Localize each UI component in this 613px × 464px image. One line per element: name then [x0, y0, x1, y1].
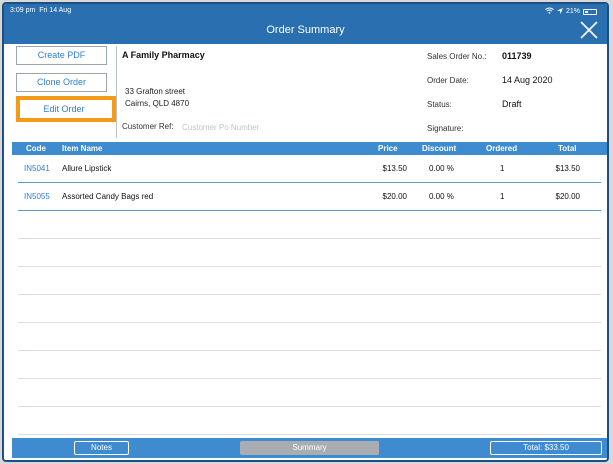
row-code[interactable]: IN5041: [24, 164, 50, 173]
row-price: $13.50: [382, 164, 407, 173]
summary-button[interactable]: Summary: [240, 441, 379, 455]
sales-order-value: 011739: [502, 51, 532, 61]
row-total: $13.50: [555, 164, 580, 173]
empty-row: [18, 379, 601, 407]
total-button[interactable]: Total: $33.50: [490, 441, 602, 455]
customer-address-line2: Cairns, QLD 4870: [125, 99, 190, 108]
signature-label: Signature:: [427, 124, 464, 133]
row-price: $20.00: [382, 192, 407, 201]
order-date-label: Order Date:: [427, 76, 469, 85]
col-item-name: Item Name: [62, 144, 103, 153]
sales-order-label: Sales Order No.:: [427, 52, 487, 61]
row-discount: 0.00 %: [429, 192, 454, 201]
empty-row: [18, 295, 601, 323]
row-code[interactable]: IN5055: [24, 192, 50, 201]
header-divider: [116, 46, 117, 138]
empty-row: [18, 239, 601, 267]
edit-order-highlight: [16, 96, 116, 122]
status-date: Fri 14 Aug: [39, 7, 72, 14]
status-label: Status:: [427, 100, 452, 109]
order-lines: IN5041 Allure Lipstick $13.50 0.00 % 1 $…: [18, 155, 601, 435]
empty-row: [18, 323, 601, 351]
status-bar: 3:09 pm Fri 14 Aug 21%: [4, 4, 607, 18]
row-discount: 0.00 %: [429, 164, 454, 173]
col-code: Code: [26, 144, 46, 153]
customer-address-line1: 33 Grafton street: [125, 87, 186, 96]
empty-row: [18, 267, 601, 295]
status-time: 3:09 pm: [10, 7, 36, 14]
customer-ref-input[interactable]: [182, 120, 312, 134]
table-row[interactable]: IN5055 Assorted Candy Bags red $20.00 0.…: [18, 183, 601, 211]
status-right: 21%: [545, 7, 597, 16]
device-frame: 3:09 pm Fri 14 Aug 21% Order Summary Cre…: [2, 2, 609, 462]
row-item-name: Assorted Candy Bags red: [62, 192, 154, 201]
create-pdf-button[interactable]: Create PDF: [16, 46, 107, 65]
row-ordered: 1: [500, 192, 505, 201]
empty-row: [18, 211, 601, 239]
status-value: Draft: [502, 99, 522, 109]
customer-ref-label: Customer Ref:: [122, 122, 174, 131]
empty-row: [18, 351, 601, 379]
status-time-date: 3:09 pm Fri 14 Aug: [10, 7, 71, 14]
clone-order-button[interactable]: Clone Order: [16, 73, 107, 92]
table-row[interactable]: IN5041 Allure Lipstick $13.50 0.00 % 1 $…: [18, 155, 601, 183]
col-ordered: Ordered: [486, 144, 518, 153]
empty-row: [18, 407, 601, 435]
notes-button[interactable]: Notes: [74, 441, 129, 455]
table-header: Code Item Name Price Discount Ordered To…: [12, 142, 607, 155]
row-item-name: Allure Lipstick: [62, 164, 112, 173]
close-icon: [580, 21, 598, 39]
bottom-bar: Notes Summary Total: $33.50: [12, 438, 607, 458]
row-total: $20.00: [555, 192, 580, 201]
close-button[interactable]: [579, 20, 599, 40]
customer-name: A Family Pharmacy: [122, 50, 205, 60]
col-total: Total: [558, 144, 577, 153]
location-arrow-icon: [556, 7, 563, 16]
col-discount: Discount: [422, 144, 457, 153]
col-price: Price: [378, 144, 398, 153]
battery-icon: [583, 8, 597, 15]
row-ordered: 1: [500, 164, 505, 173]
nav-bar: Order Summary: [4, 18, 607, 44]
battery-percent: 21%: [565, 8, 580, 15]
wifi-icon: [545, 7, 554, 16]
order-date-value: 14 Aug 2020: [502, 75, 553, 85]
page-title: Order Summary: [266, 24, 345, 36]
